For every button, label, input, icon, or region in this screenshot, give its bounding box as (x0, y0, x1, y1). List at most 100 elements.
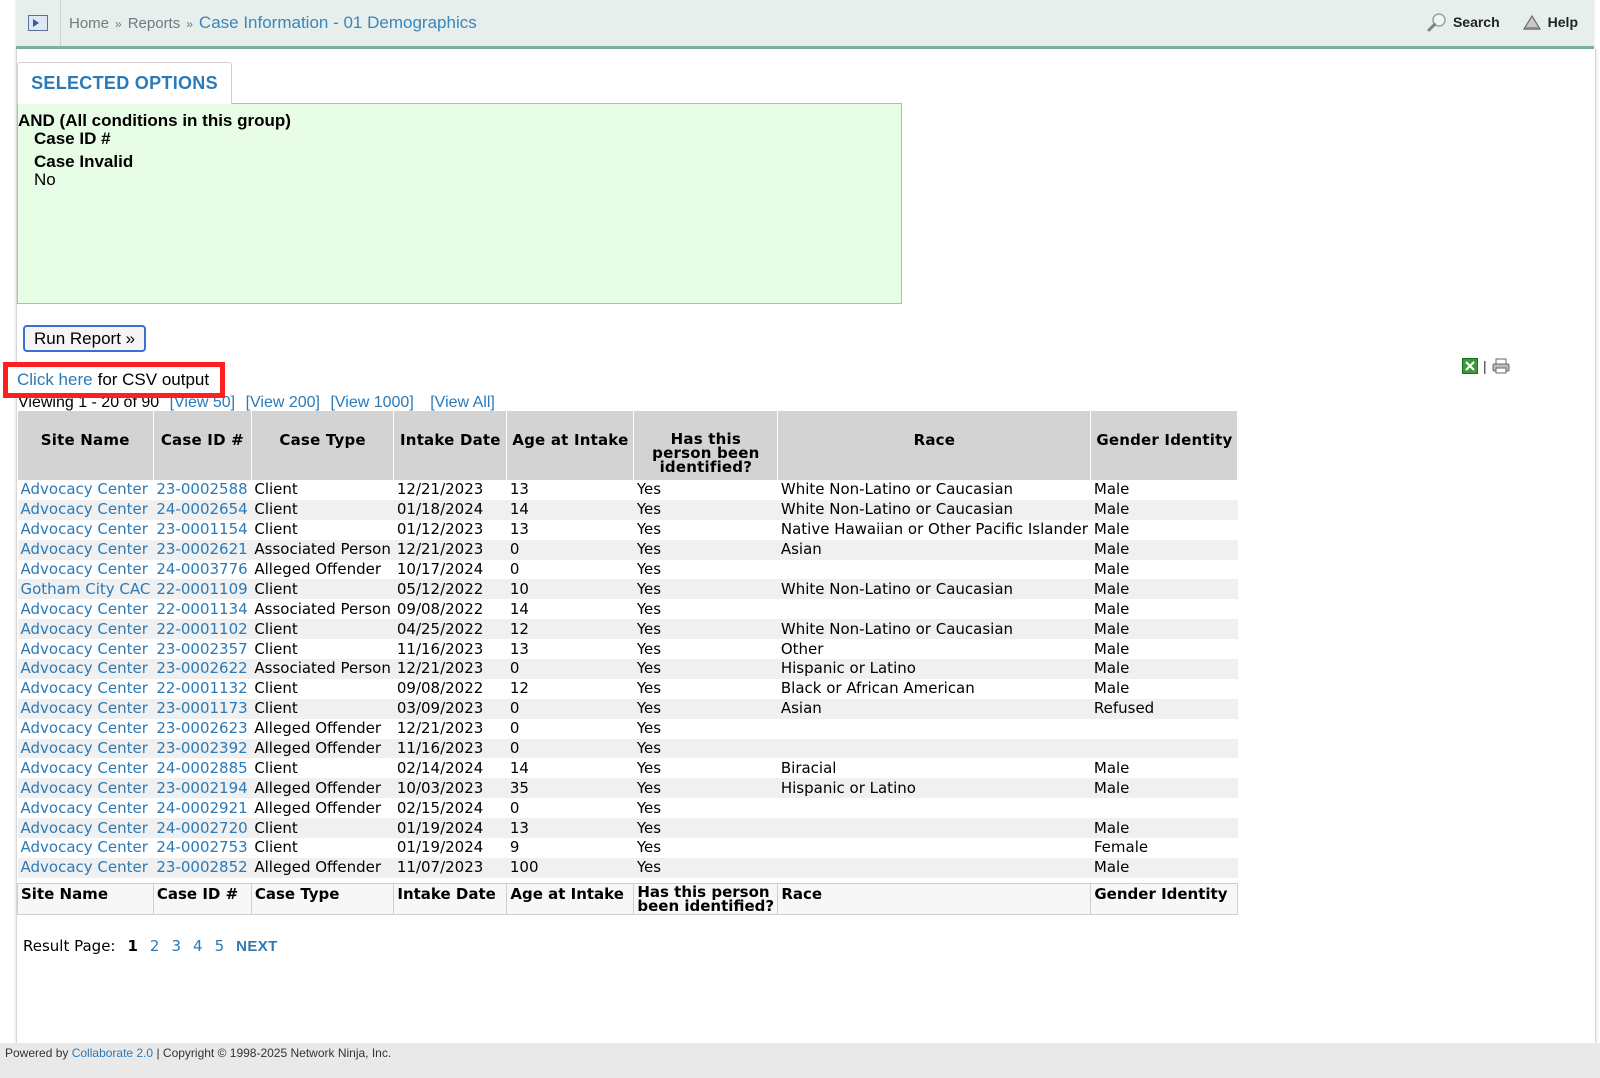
cell-site-name-link[interactable]: Gotham City CAC (17, 579, 154, 600)
cell-case-id-link[interactable]: 24-0002921 (153, 798, 251, 818)
cell-case-id-link[interactable]: 23-0002357 (153, 639, 251, 659)
cell-case-id-link[interactable]: 23-0001154 (153, 520, 251, 540)
cell-case-id-link[interactable]: 24-0003776 (153, 560, 251, 580)
cell-gender-identity: Male (1090, 857, 1238, 878)
cell-case-id-link[interactable]: 23-0001173 (153, 698, 252, 719)
cell-identified: Yes (636, 480, 662, 499)
cell-site-name-link[interactable]: Advocacy Center (18, 560, 154, 580)
cell-gender-identity (1090, 738, 1238, 759)
cell-site-name-link[interactable]: Advocacy Center (17, 698, 154, 719)
cell-case-type: Client (251, 619, 394, 640)
cell-case-type: Associated Person (251, 659, 394, 679)
pagination-page-5[interactable]: 5 (215, 937, 225, 955)
excel-icon[interactable] (1462, 358, 1478, 374)
cell-case-id-link[interactable]: 23-0002194 (153, 778, 252, 799)
search-button[interactable]: Search (1427, 12, 1500, 32)
cell-site-name-link[interactable]: Advocacy Center (18, 719, 154, 739)
pagination-page-3[interactable]: 3 (171, 937, 181, 955)
cell-site-name-link[interactable]: Advocacy Center (18, 679, 154, 699)
table-row: Advocacy Center 24-0002720 Client 01/19/202… (17, 818, 1238, 839)
cell-case-id-link[interactable]: 24-0002654 (153, 499, 252, 520)
view-200-link[interactable]: [View 200] (246, 394, 320, 411)
cell-case-id-link[interactable]: 23-0002852 (153, 857, 252, 878)
cell-case-id-link[interactable]: 22-0001132 (153, 679, 251, 699)
life-buoy-icon (1522, 14, 1541, 30)
column-header-case-type[interactable]: Case Type (251, 411, 395, 480)
cell-gender-identity: Refused (1090, 698, 1238, 719)
cell-case-id-link[interactable]: 23-0002588 (153, 480, 251, 500)
condition-value-case-invalid: No (34, 170, 56, 189)
cell-site-name-link[interactable]: Advocacy Center (17, 738, 154, 759)
cell-site-name-link[interactable]: Advocacy Center (17, 659, 154, 679)
cell-site-name-link[interactable]: Advocacy Center (18, 838, 154, 858)
column-header-site-name[interactable]: Site Name (17, 411, 154, 480)
table-row: Advocacy Center 24-0002921 Alleged Offende… (18, 798, 1238, 818)
tab-selected-options[interactable]: SELECTED OPTIONS (17, 62, 232, 104)
printer-icon[interactable] (1492, 358, 1510, 374)
footer-product-link[interactable]: Collaborate 2.0 (72, 1046, 153, 1060)
cell-case-id-link[interactable]: 23-0002622 (153, 659, 252, 679)
cell-case-id-link[interactable]: 24-0002753 (153, 838, 251, 858)
cell-age-at-intake: 9 (509, 838, 520, 857)
cell-case-type: Client (254, 679, 298, 698)
cell-identified: Yes (636, 560, 662, 578)
help-button[interactable]: Help (1522, 12, 1578, 32)
cell-gender-identity: Male (1090, 619, 1238, 640)
page-footer: Powered by Collaborate 2.0 | Copyright ©… (0, 1043, 1600, 1078)
cell-site-name-link[interactable]: Advocacy Center (18, 599, 154, 619)
pagination-next-button[interactable]: NEXT (236, 938, 278, 955)
column-header-age-at-intake[interactable]: Age at Intake (506, 411, 635, 480)
footer-header-site-name: Site Name (17, 883, 154, 916)
footer-header-race: Race (777, 883, 1092, 916)
footer-header-identified: Has this person been identified? (633, 883, 779, 916)
cell-case-type: Client (251, 698, 394, 719)
cell-site-name-link[interactable]: Advocacy Center (17, 499, 154, 520)
condition-label-case-invalid: Case Invalid (34, 152, 134, 171)
cell-identified: Yes (636, 719, 662, 738)
view-1000-link[interactable]: [View 1000] (330, 394, 413, 411)
cell-case-id-link[interactable]: 23-0002623 (153, 719, 251, 739)
footer-powered-by: Powered by (5, 1046, 69, 1060)
cell-age-at-intake: 0 (506, 659, 634, 679)
cell-site-name-link[interactable]: Advocacy Center (18, 480, 154, 500)
column-header-gender-identity[interactable]: Gender Identity (1090, 411, 1239, 480)
cell-site-name-link[interactable]: Advocacy Center (18, 798, 154, 818)
table-row: Advocacy Center 23-0002588 Client 12/21/202… (18, 480, 1238, 500)
cell-case-id-link[interactable]: 22-0001109 (153, 579, 252, 600)
pagination-page-4[interactable]: 4 (193, 937, 203, 955)
cell-race: White Non-Latino or Caucasian (777, 499, 1091, 520)
cell-site-name-link[interactable]: Advocacy Center (17, 539, 154, 560)
cell-site-name-link[interactable]: Advocacy Center (17, 818, 154, 839)
column-header-identified[interactable]: Has this person been identified? (633, 411, 779, 480)
cell-case-id-link[interactable]: 22-0001102 (153, 619, 252, 640)
cell-site-name-link[interactable]: Advocacy Center (17, 857, 154, 878)
column-header-race[interactable]: Race (777, 411, 1092, 480)
column-header-case-id[interactable]: Case ID # (153, 411, 252, 480)
cell-case-id-link[interactable]: 24-0002885 (153, 758, 251, 778)
cell-age-at-intake: 0 (506, 539, 634, 560)
column-header-intake-date[interactable]: Intake Date (393, 411, 508, 480)
menu-toggle-icon[interactable] (16, 0, 61, 46)
cell-site-name-link[interactable]: Advocacy Center (17, 778, 154, 799)
table-row: Advocacy Center 22-0001102 Client 04/25/202… (17, 619, 1238, 640)
pagination-page-2[interactable]: 2 (150, 937, 160, 955)
cell-gender-identity: Male (1093, 480, 1130, 499)
cell-age-at-intake: 0 (506, 698, 634, 719)
cell-race (777, 857, 1091, 878)
breadcrumb-home[interactable]: Home (69, 15, 109, 32)
breadcrumb-reports[interactable]: Reports (128, 15, 181, 32)
cell-case-id-link[interactable]: 22-0001134 (153, 599, 251, 619)
view-all-link[interactable]: [View All] (430, 394, 495, 411)
cell-case-id-link[interactable]: 23-0002392 (153, 738, 252, 759)
cell-case-id-link[interactable]: 23-0002621 (153, 539, 252, 560)
cell-site-name-link[interactable]: Advocacy Center (17, 619, 154, 640)
cell-gender-identity (1091, 798, 1238, 818)
cell-age-at-intake: 100 (506, 857, 634, 878)
cell-site-name-link[interactable]: Advocacy Center (18, 758, 154, 778)
cell-identified: Yes (633, 659, 778, 679)
cell-site-name-link[interactable]: Advocacy Center (18, 639, 154, 659)
cell-site-name-link[interactable]: Advocacy Center (18, 520, 154, 540)
run-report-button[interactable]: Run Report » (23, 325, 147, 352)
csv-output-link[interactable]: Click here (17, 370, 93, 390)
cell-case-id-link[interactable]: 24-0002720 (153, 818, 252, 839)
